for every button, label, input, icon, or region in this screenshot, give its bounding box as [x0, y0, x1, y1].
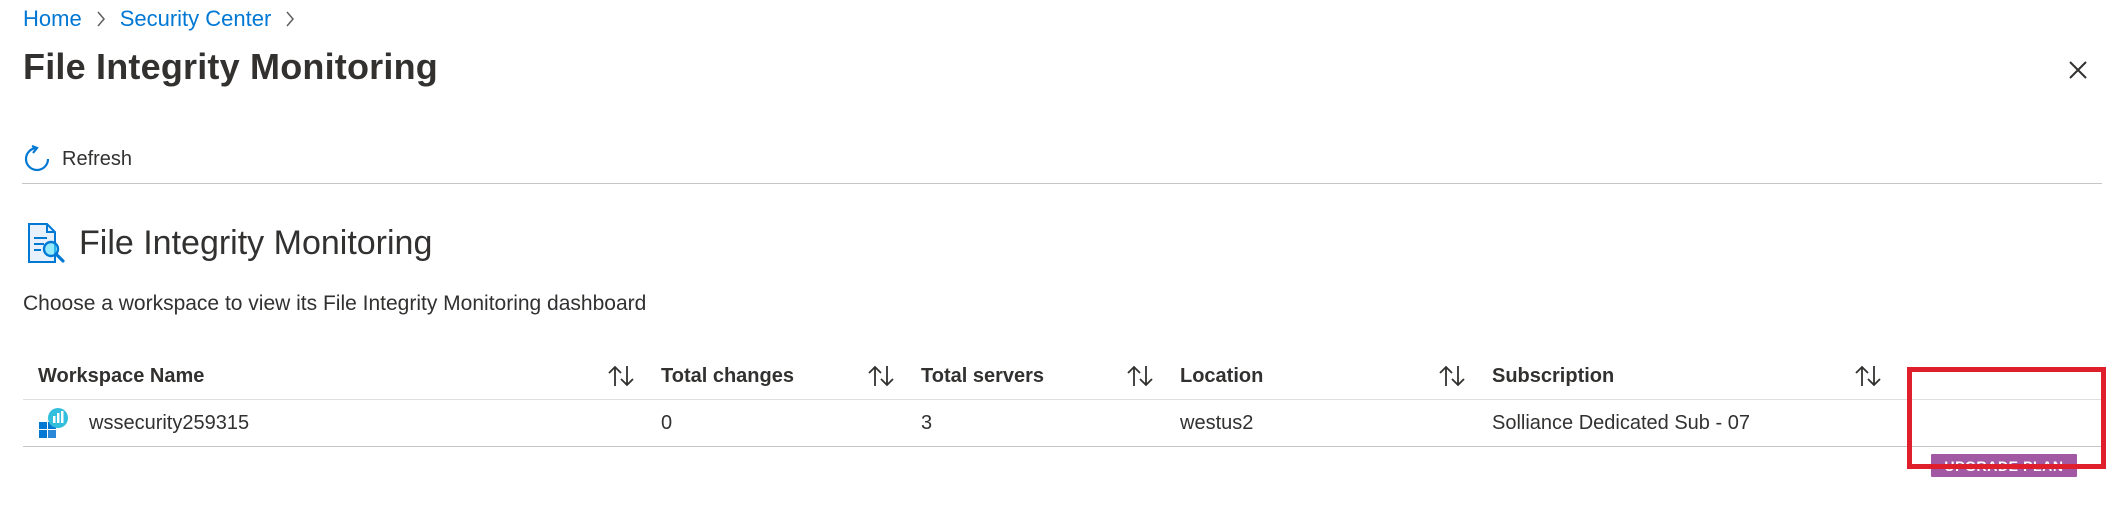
- workspace-icon: [39, 408, 68, 438]
- total-changes-cell: 0: [661, 411, 673, 434]
- breadcrumb-home-link[interactable]: Home: [23, 6, 82, 32]
- subscription-cell: Solliance Dedicated Sub - 07: [1492, 411, 1750, 434]
- toolbar-divider: [22, 183, 2102, 184]
- column-header-workspace-name[interactable]: Workspace Name: [38, 354, 204, 399]
- close-button[interactable]: [2062, 54, 2094, 86]
- table-row[interactable]: wssecurity259315 0 3 westus2 Solliance D…: [23, 400, 2103, 477]
- upgrade-plan-button[interactable]: UPGRADE PLAN: [1931, 454, 2077, 477]
- page-title: File Integrity Monitoring: [23, 46, 438, 87]
- sort-icon[interactable]: [866, 362, 896, 390]
- column-header-total-servers[interactable]: Total servers: [921, 354, 1044, 399]
- section-title: File Integrity Monitoring: [79, 223, 433, 262]
- column-header-total-changes[interactable]: Total changes: [661, 354, 794, 399]
- workspace-name: wssecurity259315: [89, 411, 250, 434]
- section-header: File Integrity Monitoring: [25, 222, 432, 264]
- workspace-table: Workspace Name Total changes Total serve…: [23, 354, 2103, 477]
- workspace-cell[interactable]: wssecurity259315: [38, 400, 249, 446]
- chevron-right-icon: [277, 8, 303, 30]
- close-icon: [2069, 61, 2087, 79]
- breadcrumb: Home Security Center: [23, 6, 309, 32]
- file-search-icon: [28, 223, 65, 263]
- column-header-subscription[interactable]: Subscription: [1492, 354, 1614, 399]
- chevron-right-icon: [88, 8, 114, 30]
- location-cell: westus2: [1180, 411, 1254, 434]
- refresh-button[interactable]: Refresh: [22, 138, 132, 180]
- section-description: Choose a workspace to view its File Inte…: [23, 292, 647, 315]
- sort-icon[interactable]: [606, 362, 636, 390]
- breadcrumb-security-center-link[interactable]: Security Center: [120, 6, 272, 32]
- sort-icon[interactable]: [1125, 362, 1155, 390]
- refresh-label: Refresh: [62, 147, 133, 170]
- total-servers-cell: 3: [921, 411, 933, 434]
- refresh-icon: [24, 144, 50, 172]
- sort-icon[interactable]: [1437, 362, 1467, 390]
- table-header: Workspace Name Total changes Total serve…: [23, 354, 2103, 400]
- column-header-location[interactable]: Location: [1180, 354, 1263, 399]
- sort-icon[interactable]: [1853, 362, 1883, 390]
